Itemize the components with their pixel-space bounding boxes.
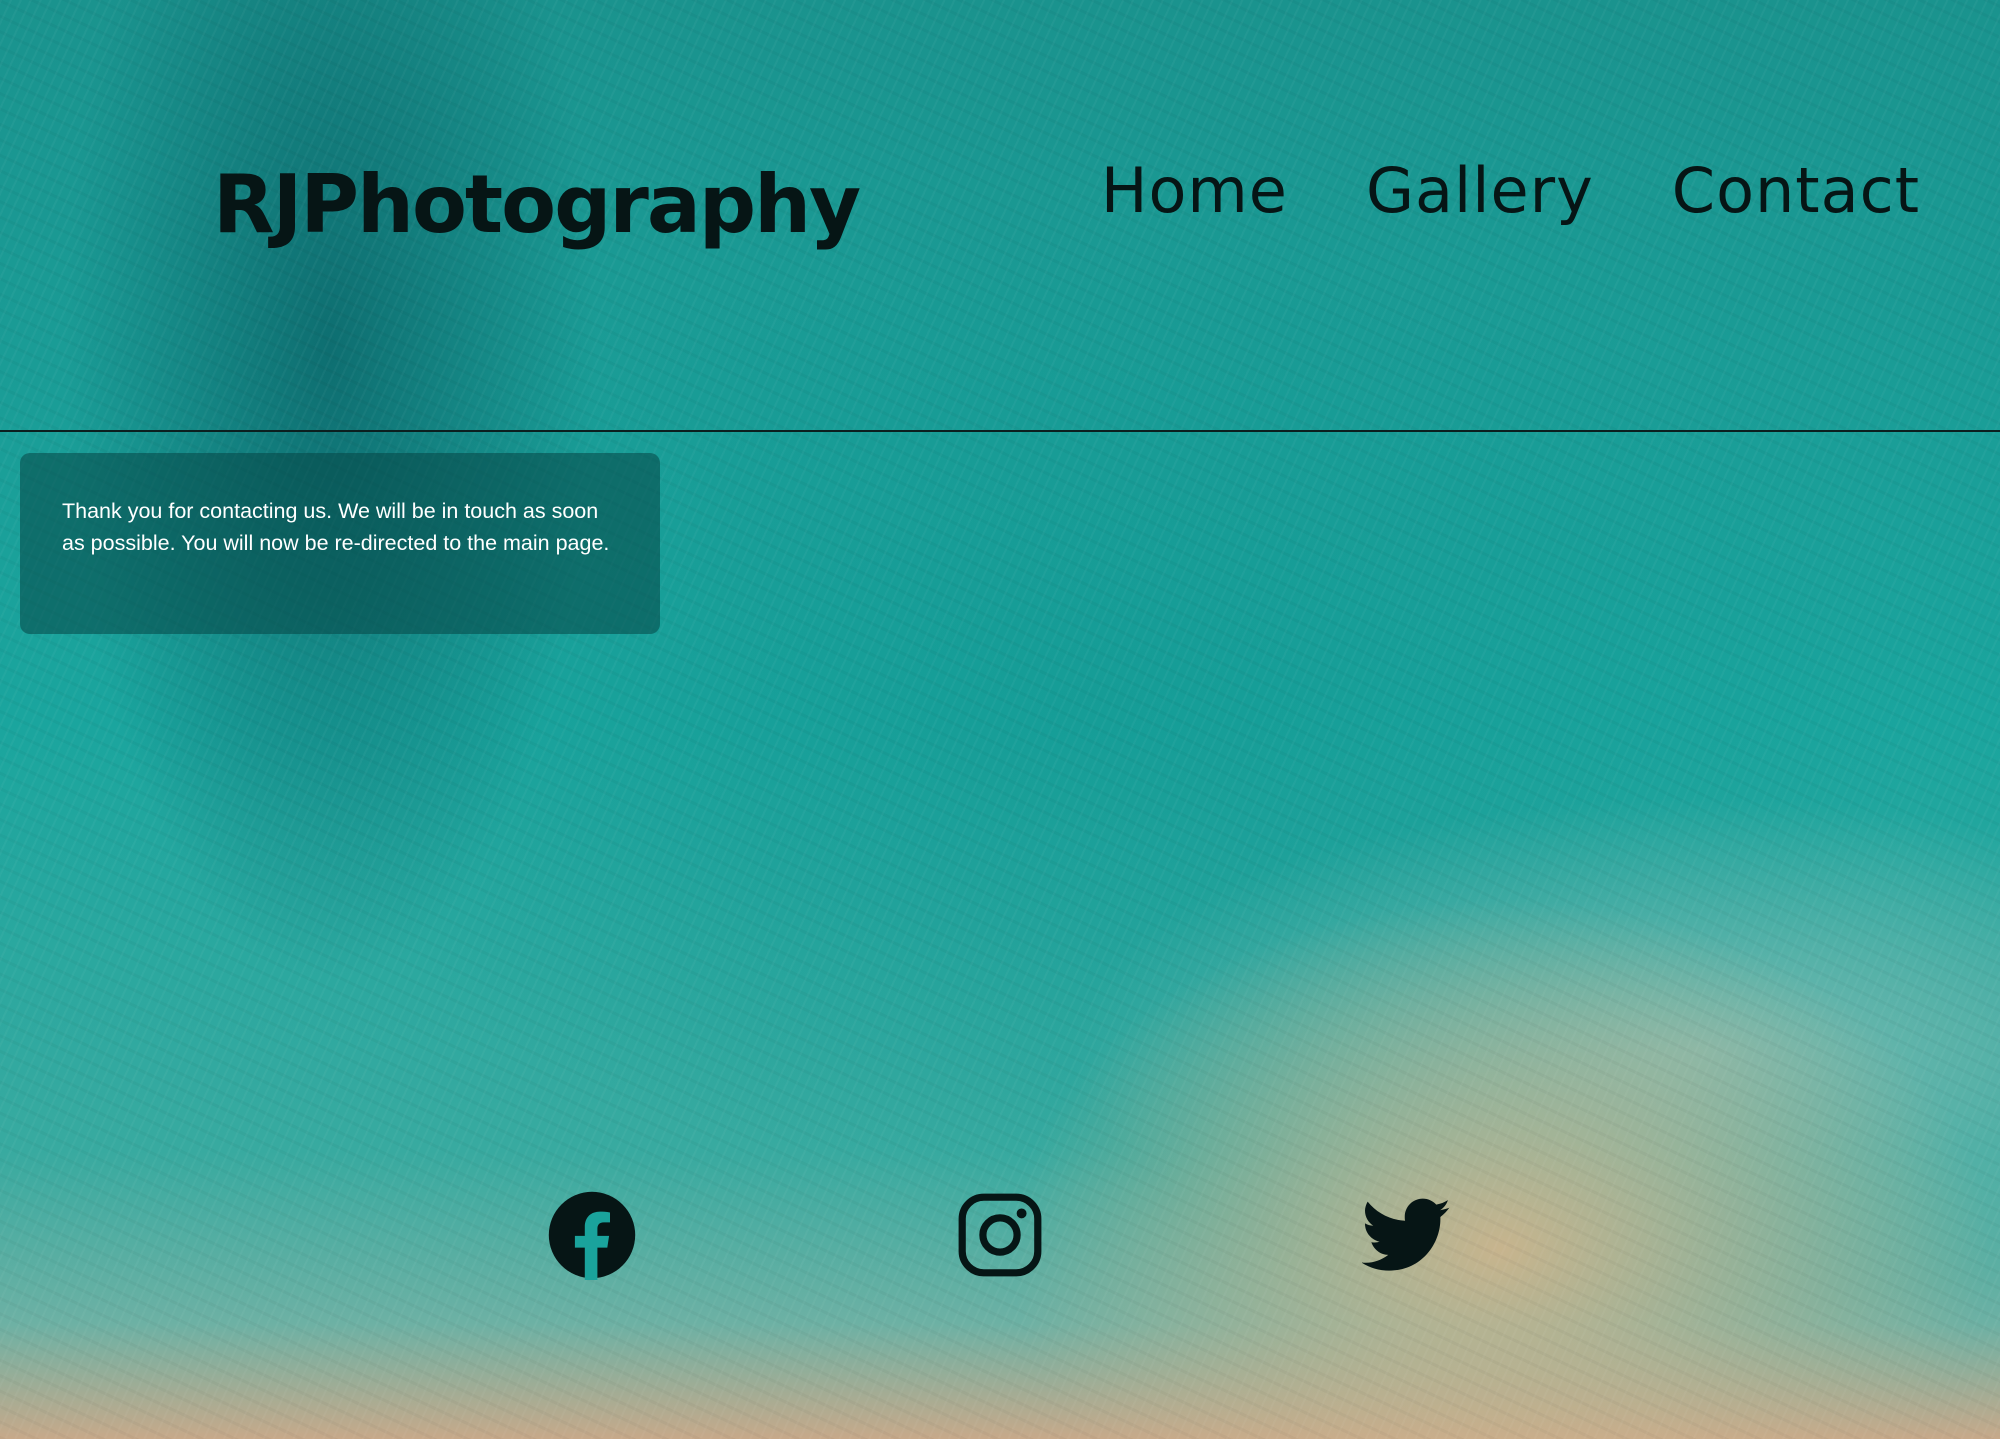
confirmation-message-box: Thank you for contacting us. We will be … (20, 453, 660, 634)
nav-gallery-link[interactable]: Gallery (1366, 160, 1594, 222)
twitter-link[interactable] (1362, 1190, 1452, 1280)
facebook-icon (548, 1191, 636, 1280)
site-title[interactable]: RJPhotography (213, 165, 861, 245)
nav-home-link[interactable]: Home (1101, 160, 1288, 222)
twitter-icon (1362, 1198, 1451, 1271)
nav-contact-link[interactable]: Contact (1672, 160, 1920, 222)
social-links (0, 1190, 2000, 1280)
main-nav: Home Gallery Contact (1101, 160, 1920, 222)
instagram-link[interactable] (955, 1190, 1045, 1280)
site-header: RJPhotography Home Gallery Contact (0, 0, 2000, 432)
instagram-icon (958, 1193, 1042, 1277)
confirmation-message-text: Thank you for contacting us. We will be … (62, 499, 610, 555)
facebook-link[interactable] (547, 1190, 637, 1280)
